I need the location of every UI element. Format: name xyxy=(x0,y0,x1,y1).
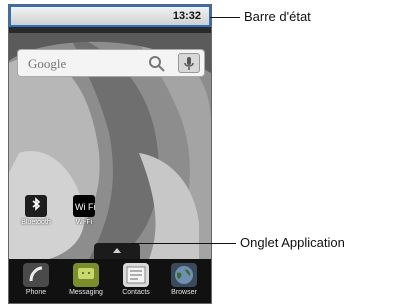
google-logo-text: Google xyxy=(28,56,67,71)
shortcut-bluetooth[interactable]: Bluetooth xyxy=(14,195,58,226)
dock-item-messaging[interactable]: Messaging xyxy=(63,263,109,296)
phone-screen: 13:32 Google Bluetooth Wi Fi Wi-Fi Phone… xyxy=(8,4,212,304)
messaging-icon xyxy=(73,263,99,287)
shortcut-label: Bluetooth xyxy=(21,219,51,226)
browser-icon xyxy=(171,263,197,287)
callout-line-status xyxy=(210,17,240,18)
dock-label: Contacts xyxy=(122,289,150,296)
dock-item-browser[interactable]: Browser xyxy=(161,263,207,296)
phone-icon xyxy=(23,263,49,287)
voice-search-button[interactable] xyxy=(178,53,200,73)
dock: Phone Messaging Contacts Browser xyxy=(9,259,211,303)
dock-item-phone[interactable]: Phone xyxy=(13,263,59,296)
search-icon[interactable] xyxy=(148,55,166,73)
shortcut-label: Wi-Fi xyxy=(75,219,93,226)
contacts-icon xyxy=(123,263,149,287)
callout-status-bar: Barre d'état xyxy=(244,9,311,24)
microphone-icon xyxy=(184,57,194,70)
chevron-up-icon xyxy=(113,248,121,253)
app-drawer-tab[interactable] xyxy=(94,243,140,259)
dock-label: Messaging xyxy=(69,289,103,296)
svg-text:Wi Fi: Wi Fi xyxy=(75,202,95,212)
bluetooth-icon xyxy=(25,195,47,217)
dock-label: Phone xyxy=(25,289,47,296)
shortcut-wifi[interactable]: Wi Fi Wi-Fi xyxy=(62,195,106,226)
status-bar: 13:32 xyxy=(9,5,211,27)
google-search-widget[interactable]: Google xyxy=(17,49,205,77)
callout-line-app-tab xyxy=(131,243,236,244)
status-time: 13:32 xyxy=(172,10,201,22)
dock-item-contacts[interactable]: Contacts xyxy=(113,263,159,296)
wifi-icon: Wi Fi xyxy=(73,195,96,217)
callout-app-tab: Onglet Application xyxy=(240,235,345,250)
dock-label: Browser xyxy=(171,289,197,296)
